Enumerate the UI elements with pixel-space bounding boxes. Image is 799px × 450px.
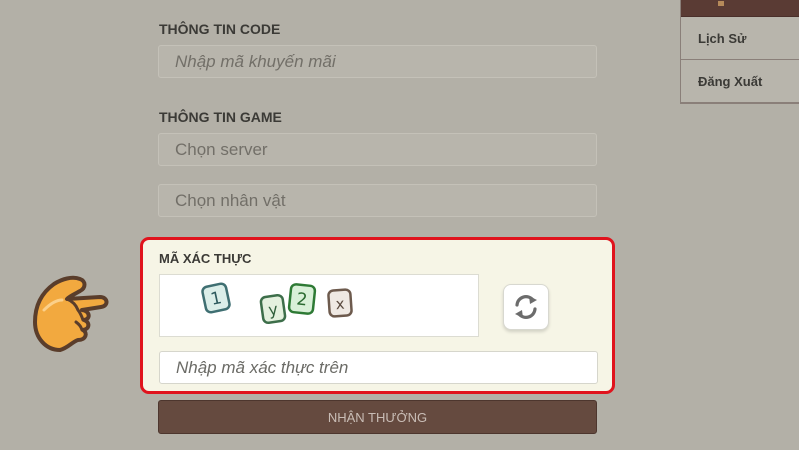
side-menu-item-logout[interactable]: Đăng Xuất — [681, 61, 799, 103]
side-menu: Lịch Sử Đăng Xuất — [680, 0, 799, 104]
server-select[interactable]: Chọn server — [158, 133, 597, 166]
promo-code-input[interactable]: Nhập mã khuyến mãi — [158, 45, 597, 78]
code-section-title: THÔNG TIN CODE — [159, 21, 281, 37]
captcha-char-3: 2 — [287, 283, 317, 315]
game-section-title: THÔNG TIN GAME — [159, 109, 282, 125]
side-menu-active-item[interactable] — [681, 0, 799, 17]
captcha-section: MÃ XÁC THỰC 1 y 2 x Nhập mã xác thực trê… — [140, 237, 615, 394]
captcha-image: 1 y 2 x — [159, 274, 479, 337]
captcha-char-text: 2 — [295, 289, 308, 310]
captcha-char-4: x — [327, 288, 353, 318]
pointing-hand-icon — [33, 275, 109, 352]
claim-reward-button[interactable]: NHẬN THƯỞNG — [158, 400, 597, 434]
captcha-title: MÃ XÁC THỰC — [159, 251, 252, 266]
refresh-captcha-button[interactable] — [503, 284, 549, 330]
captcha-char-text: x — [335, 295, 345, 314]
menu-marker-icon — [718, 1, 724, 6]
character-select[interactable]: Chọn nhân vật — [158, 184, 597, 217]
captcha-input[interactable]: Nhập mã xác thực trên — [159, 351, 598, 384]
refresh-icon — [515, 295, 537, 319]
captcha-char-1: 1 — [201, 282, 231, 314]
captcha-char-2: y — [259, 293, 287, 325]
side-menu-item-history[interactable]: Lịch Sử — [681, 18, 799, 60]
